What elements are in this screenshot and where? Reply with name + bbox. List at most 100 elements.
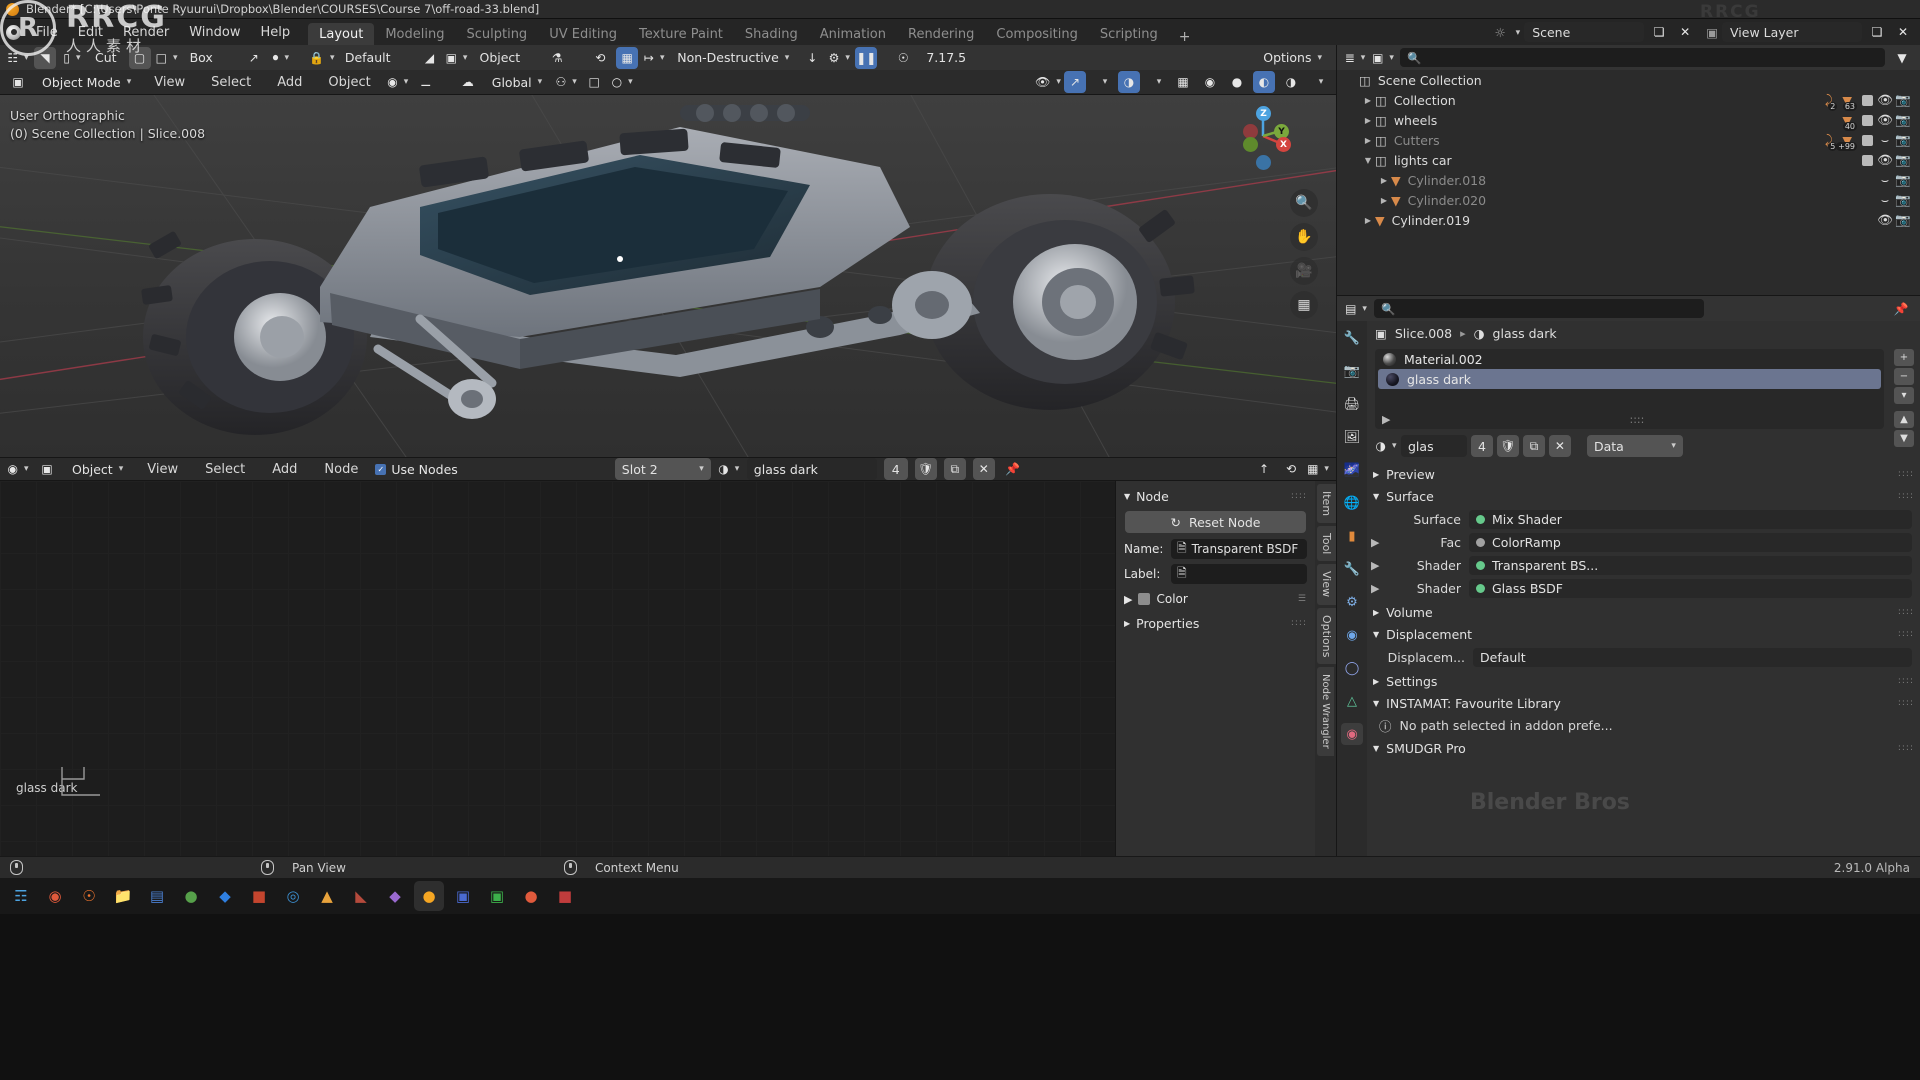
editor-type-icon[interactable]: ▣ (7, 71, 29, 93)
tab-tool-icon[interactable]: 🔧 (1341, 327, 1363, 349)
section-surface[interactable]: ▼ Surface :::: (1367, 485, 1920, 507)
taskbar-photoshop-icon[interactable]: ▣ (448, 881, 478, 911)
overlay-options-icon[interactable] (1145, 71, 1167, 93)
outliner-row[interactable]: ▶ ▼ Cylinder.019 👁 📷 (1337, 210, 1920, 230)
collapse-icon[interactable]: ▼ (1373, 699, 1379, 708)
section-instamat[interactable]: ▼ INSTAMAT: Favourite Library :::: (1367, 692, 1920, 714)
gizmo-axis-neg-y[interactable] (1243, 137, 1258, 152)
tab-world-icon[interactable]: 🌐 (1341, 492, 1363, 514)
material-users-count[interactable]: 4 (883, 458, 908, 480)
move-slot-up-button[interactable]: ▲ (1894, 411, 1914, 428)
properties-grip-icon[interactable]: :::: (1291, 618, 1307, 628)
shading-material-icon[interactable]: ◐ (1253, 71, 1275, 93)
row-checkbox[interactable] (1858, 94, 1876, 106)
snap-magnet2-icon[interactable]: ⚇ (555, 71, 577, 93)
outliner-row[interactable]: ▶ ◫ wheels ▼ 40 👁 📷 (1337, 110, 1920, 131)
section-smudgr[interactable]: ▼ SMUDGR Pro :::: (1367, 737, 1920, 759)
shading-solid-icon[interactable]: ● (1226, 71, 1248, 93)
zoom-view-icon[interactable]: 🔍 (1290, 189, 1318, 217)
snap-node-icon[interactable]: ↑ (1253, 458, 1275, 480)
row-visibility-icon[interactable]: 👁 (1876, 212, 1894, 228)
node-tab-options[interactable]: Options (1317, 607, 1336, 664)
row-expander-icon[interactable]: ▶ (1377, 196, 1391, 205)
material-slot-row[interactable]: Material.002 (1375, 349, 1884, 369)
tab-physics-icon[interactable]: ◉ (1341, 624, 1363, 646)
row-render-icon[interactable]: 📷 (1894, 152, 1912, 168)
color-expand-icon[interactable]: ▶ (1124, 593, 1132, 606)
reset-node-button[interactable]: ↻ Reset Node (1125, 511, 1306, 533)
pin-icon[interactable]: 📌 (1002, 458, 1024, 480)
material-specials-button[interactable]: ▾ (1894, 387, 1914, 404)
breadcrumb-material-name[interactable]: glass dark (1493, 326, 1557, 341)
panel-collapse-icon[interactable]: ▼ (1124, 492, 1130, 501)
row-checkbox[interactable] (1858, 134, 1876, 146)
section-grip-icon[interactable]: :::: (1898, 607, 1914, 617)
taskbar-excel-icon[interactable]: ▣ (482, 881, 512, 911)
expand-icon[interactable]: ▶ (1373, 608, 1379, 617)
node-spiral-icon[interactable]: ⟲ (1280, 458, 1302, 480)
row-checkbox[interactable] (1858, 154, 1876, 166)
material-slot-list[interactable]: Material.002 glass dark ▶ :::: (1375, 349, 1884, 429)
tab-data-icon[interactable]: △ (1341, 690, 1363, 712)
taskbar-start-icon[interactable]: ☶ (6, 881, 36, 911)
material-list-expand-icon[interactable]: ▶ (1382, 413, 1390, 426)
interaction-mode-dropdown[interactable]: Object Mode (35, 71, 138, 93)
properties-search-input[interactable]: 🔍 (1374, 299, 1704, 318)
navigation-gizmo[interactable]: Z Y X (1230, 103, 1296, 170)
gizmo-axis-z[interactable]: Z (1256, 106, 1271, 121)
section-volume[interactable]: ▶ Volume :::: (1367, 601, 1920, 623)
shading-rendered-icon[interactable]: ◑ (1280, 71, 1302, 93)
gizmo-axis-neg-z[interactable] (1256, 155, 1271, 170)
properties-pin-icon[interactable]: 📌 (1890, 298, 1912, 320)
row-render-icon[interactable]: 📷 (1894, 92, 1912, 108)
row-expander-icon[interactable]: ▼ (1361, 156, 1375, 165)
tab-particles-icon[interactable]: ⚙ (1341, 591, 1363, 613)
shading-wireframe-icon[interactable]: ◉ (1199, 71, 1221, 93)
row-checkbox[interactable] (1858, 114, 1876, 126)
section-grip-icon[interactable]: :::: (1898, 491, 1914, 501)
displacement-value[interactable]: Default (1473, 648, 1912, 667)
taskbar-substance-icon[interactable]: ▲ (312, 881, 342, 911)
expand-icon[interactable]: ▶ (1373, 470, 1379, 479)
tab-constraints-icon[interactable]: ◯ (1341, 657, 1363, 679)
outliner-row[interactable]: ▶ ▼ Cylinder.018 ⌣ 📷 (1337, 170, 1920, 190)
taskbar-recorder-icon[interactable]: ● (516, 881, 546, 911)
tab-render-icon[interactable]: 📷 (1341, 360, 1363, 382)
section-grip-icon[interactable]: :::: (1898, 629, 1914, 639)
tab-material-icon[interactable]: ◉ (1341, 723, 1363, 745)
taskbar-app-icon[interactable]: ◆ (380, 881, 410, 911)
taskbar-store-icon[interactable]: ▤ (142, 881, 172, 911)
add-material-slot-button[interactable]: + (1894, 349, 1914, 366)
material-datablock-name[interactable]: glas (1401, 435, 1467, 457)
material-browse-icon[interactable]: ◑ (1375, 435, 1397, 457)
material-slot-row[interactable]: glass dark (1378, 369, 1881, 389)
overlays-toggle-icon[interactable]: ◑ (1118, 71, 1140, 93)
camera-view-icon[interactable]: 🎥 (1290, 257, 1318, 285)
node-object-icon[interactable]: ▣ (36, 458, 58, 480)
row-render-icon[interactable]: 📷 (1894, 112, 1912, 128)
fake-user-shield-icon[interactable]: 🛡 (1496, 435, 1519, 457)
toggle-ortho-icon[interactable]: ▦ (1290, 291, 1318, 319)
material-list-grip-icon[interactable]: :::: (1630, 413, 1645, 426)
taskbar-zbrush-icon[interactable]: ◣ (346, 881, 376, 911)
node-tab-view[interactable]: View (1317, 564, 1336, 605)
duplicate-material-icon[interactable]: ⧉ (943, 458, 966, 480)
outliner-row[interactable]: ▶ ◫ Collection ⤸ 2 ▼ 63 👁 📷 (1337, 90, 1920, 111)
node-color-row[interactable]: ▶ Color ☰ (1124, 588, 1307, 610)
outliner-row[interactable]: ▼ ◫ lights car 👁 📷 (1337, 150, 1920, 170)
snap-magnet-icon[interactable]: ⚊ (415, 71, 437, 93)
surface-row-value[interactable]: Glass BSDF (1469, 579, 1912, 598)
row-expander-icon[interactable]: ▶ (1361, 136, 1375, 145)
collapse-icon[interactable]: ▼ (1373, 630, 1379, 639)
taskbar-blender-icon[interactable]: ● (414, 881, 444, 911)
surface-row-value[interactable]: ColorRamp (1469, 533, 1912, 552)
node-menu-add[interactable]: Add (262, 456, 307, 482)
node-menu-node[interactable]: Node (314, 456, 368, 482)
surface-row-value[interactable]: Transparent BS... (1469, 556, 1912, 575)
section-grip-icon[interactable]: :::: (1898, 676, 1914, 686)
row-visibility-icon[interactable]: ⌣ (1876, 172, 1894, 188)
properties-expand-icon[interactable]: ▶ (1124, 619, 1130, 628)
section-preview[interactable]: ▶ Preview :::: (1367, 463, 1920, 485)
material-name-field[interactable]: glass dark (746, 458, 877, 480)
row-render-icon[interactable]: 📷 (1894, 212, 1912, 228)
